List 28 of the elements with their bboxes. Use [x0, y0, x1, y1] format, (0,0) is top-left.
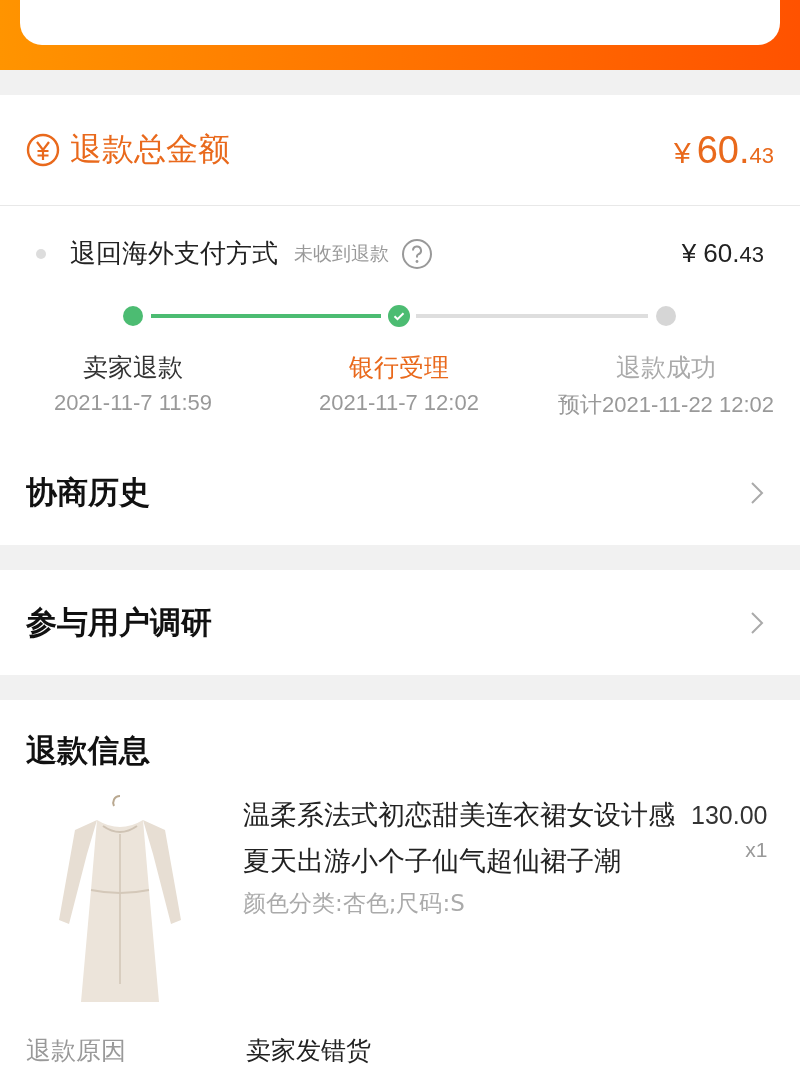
step-time: 2021-11-7 12:02: [319, 390, 479, 416]
refund-route-amount: ¥ 60.43: [681, 238, 764, 269]
step-time: 2021-11-7 11:59: [53, 390, 213, 416]
info-value: 卖家发错货: [246, 1035, 371, 1067]
yen-coin-icon: [26, 133, 60, 167]
product-quantity: x1: [745, 838, 768, 862]
refund-total-amount: ¥60.43: [674, 128, 774, 172]
step-label: 银行受理: [349, 352, 449, 384]
refund-total-label: 退款总金额: [70, 129, 230, 170]
section-title: 退款信息: [25, 731, 151, 770]
step-time: 预计2021-11-22 12:02: [557, 391, 775, 419]
chevron-right-icon: [750, 610, 764, 635]
product-name: 温柔系法式初恋甜美连衣裙女设计感夏天出游小个子仙气超仙裙子潮: [243, 798, 676, 878]
help-icon[interactable]: [401, 237, 433, 270]
check-icon: [388, 305, 410, 327]
refund-route-label: 退回海外支付方式: [70, 237, 278, 270]
info-label: 退款原因: [26, 1035, 127, 1067]
step-label: 卖家退款: [83, 352, 183, 384]
product-price: 130.00: [691, 800, 768, 831]
step-label: 退款成功: [616, 352, 716, 384]
menu-row[interactable]: 参与用户调研: [0, 570, 800, 675]
step-dot: [123, 306, 143, 326]
step-dot: [656, 306, 676, 326]
product-spec: 颜色分类:杏色;尺码:S: [243, 889, 466, 918]
chevron-right-icon: [750, 480, 764, 505]
refund-status-note: 未收到退款: [294, 240, 389, 266]
bullet-icon: [36, 248, 46, 259]
menu-row[interactable]: 协商历史: [0, 440, 800, 545]
